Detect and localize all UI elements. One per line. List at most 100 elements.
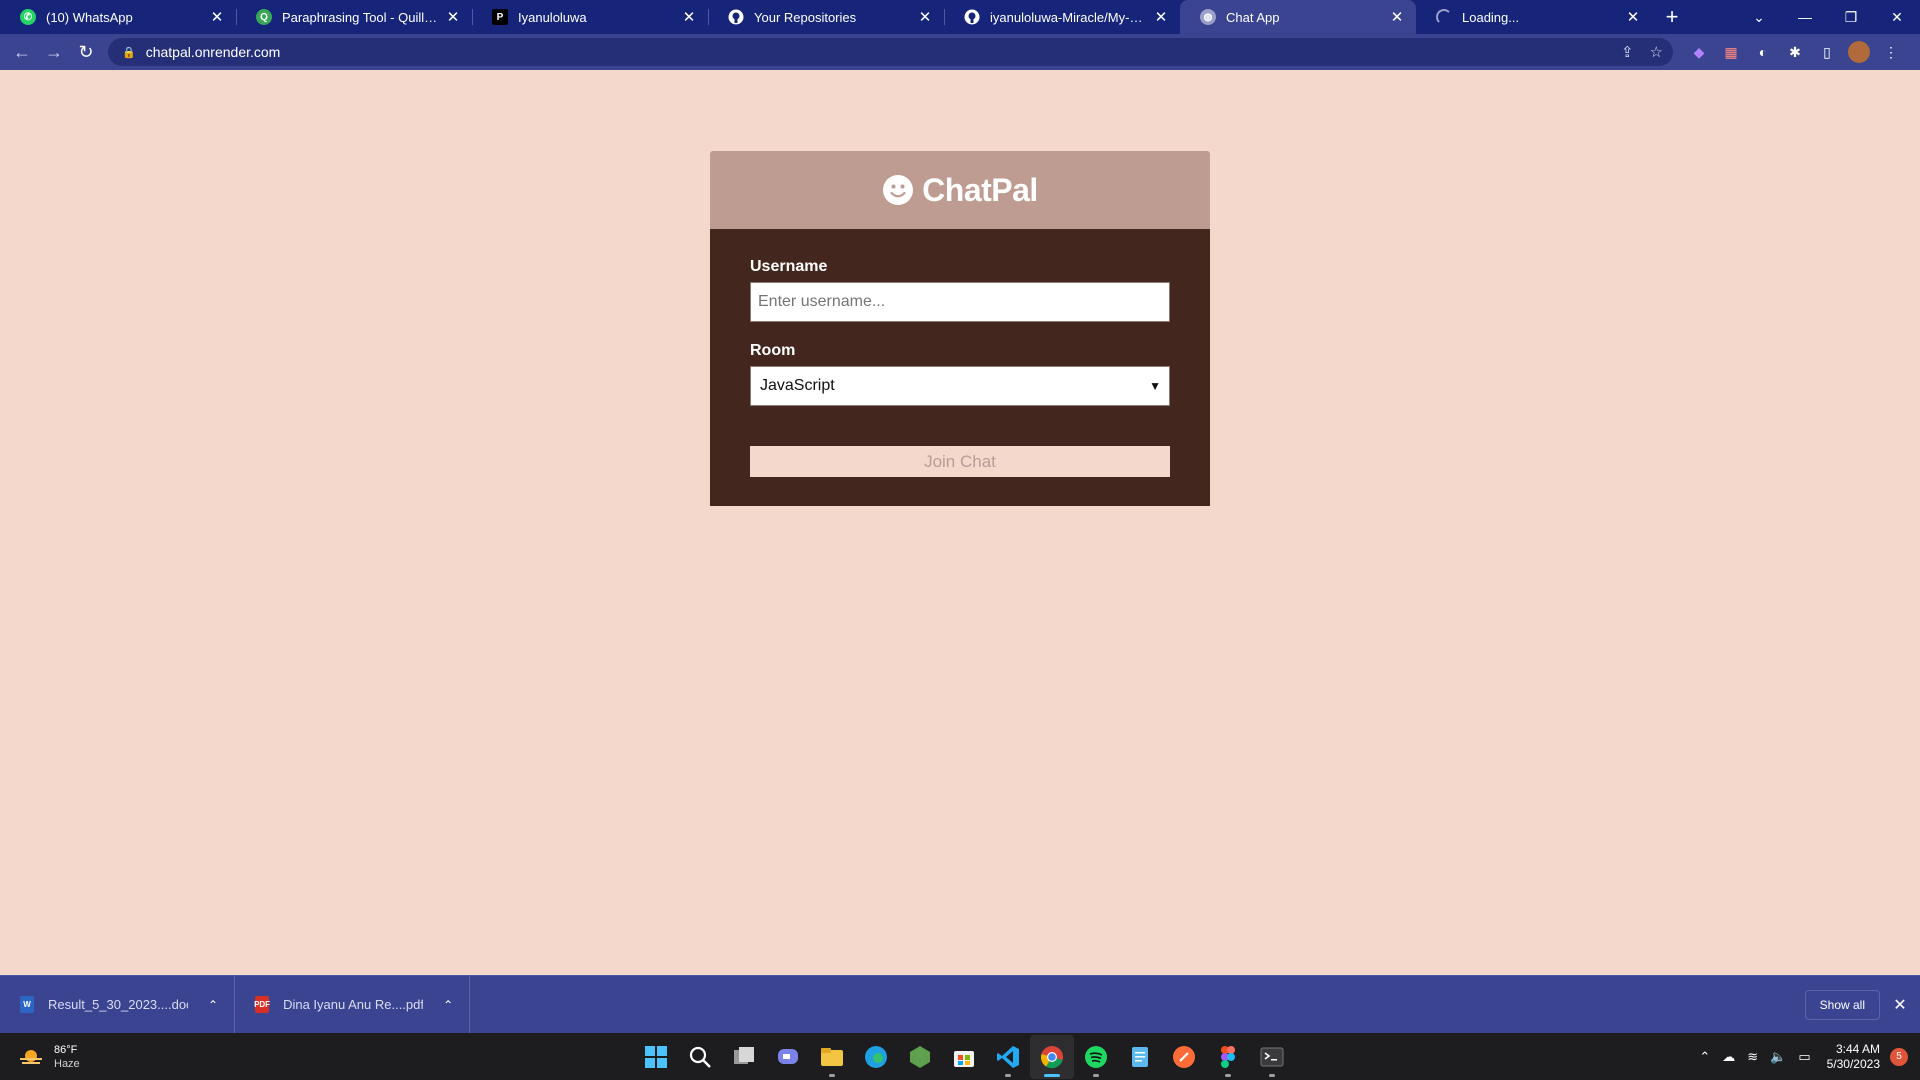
onedrive-cloud-icon[interactable]: ☁	[1722, 1049, 1735, 1065]
close-icon[interactable]: ✕	[208, 8, 226, 26]
join-form: Username Room JavaScript ▼ Join Chat	[710, 229, 1210, 506]
p-icon: P	[492, 9, 508, 25]
lock-icon[interactable]: 🔒	[122, 46, 136, 59]
close-window-button[interactable]: ✕	[1874, 0, 1920, 34]
download-item[interactable]: PDF Dina Iyanu Anu Re....pdf ⌃	[235, 975, 471, 1034]
github-icon	[728, 9, 744, 25]
tab-title: Chat App	[1226, 9, 1280, 25]
forward-button[interactable]: →	[38, 36, 70, 68]
room-selected-value: JavaScript	[760, 377, 835, 394]
url-text: chatpal.onrender.com	[145, 44, 281, 60]
new-tab-button[interactable]: +	[1652, 0, 1692, 34]
close-icon[interactable]: ✕	[1388, 8, 1406, 26]
browser-tab-strip: ✆ (10) WhatsApp ✕ Q Paraphrasing Tool - …	[0, 0, 1920, 34]
restore-button[interactable]: ❐	[1828, 0, 1874, 34]
download-item[interactable]: W Result_5_30_2023....docx ⌃	[0, 975, 236, 1034]
bookmark-star-icon[interactable]: ☆	[1650, 43, 1663, 61]
quillbot-icon: Q	[256, 9, 272, 25]
username-label: Username	[750, 258, 828, 275]
task-view-button[interactable]	[722, 1035, 766, 1079]
smiley-icon	[883, 175, 914, 205]
close-icon[interactable]: ✕	[444, 8, 462, 26]
wifi-icon[interactable]: ≋	[1747, 1049, 1758, 1065]
terminal-button[interactable]	[1250, 1035, 1294, 1079]
chevron-up-icon[interactable]: ⌃	[443, 998, 453, 1012]
clock-time: 3:44 AM	[1835, 1041, 1880, 1056]
running-indicator	[1269, 1073, 1275, 1077]
tab-search-icon[interactable]: ⌄	[1736, 0, 1782, 34]
room-label: Room	[750, 342, 796, 359]
file-explorer-button[interactable]	[810, 1035, 854, 1079]
card-header: ChatPal	[710, 151, 1210, 229]
tab-my-chat-app-repo[interactable]: iyanuloluwa-Miracle/My-Chat-A ✕	[944, 0, 1180, 34]
notepad-button[interactable]	[1118, 1035, 1162, 1079]
figma-button[interactable]	[1206, 1035, 1250, 1079]
running-indicator	[1093, 1073, 1099, 1077]
search-button[interactable]	[678, 1035, 722, 1079]
username-input[interactable]	[750, 282, 1170, 322]
tab-iyanuloluwa[interactable]: P Iyanuloluwa ✕	[472, 0, 708, 34]
window-controls: ⌄ — ❐ ✕	[1736, 0, 1920, 34]
tab-your-repositories[interactable]: Your Repositories ✕	[708, 0, 944, 34]
chevron-up-icon[interactable]: ⌃	[208, 998, 218, 1012]
brand-title: ChatPal	[922, 171, 1038, 208]
postman-button[interactable]	[1162, 1035, 1206, 1079]
figma-icon	[1221, 1045, 1235, 1068]
spotify-button[interactable]	[1074, 1035, 1118, 1079]
battery-icon[interactable]: ▭	[1798, 1049, 1810, 1065]
volume-icon[interactable]: 🔈	[1770, 1049, 1786, 1065]
pinned-apps	[634, 1033, 1294, 1080]
share-icon[interactable]: ⇪	[1621, 43, 1634, 61]
downloads-bar: W Result_5_30_2023....docx ⌃ PDF Dina Iy…	[0, 975, 1920, 1034]
chrome-button[interactable]	[1030, 1034, 1074, 1079]
loading-icon	[1436, 9, 1452, 25]
notepad-icon	[1132, 1046, 1148, 1067]
close-icon[interactable]: ✕	[680, 8, 698, 26]
edge-button[interactable]	[854, 1035, 898, 1079]
weather-condition: Haze	[54, 1057, 80, 1070]
show-all-button[interactable]: Show all	[1804, 989, 1880, 1020]
tab-chat-app[interactable]: ◍ Chat App ✕	[1180, 0, 1416, 34]
tab-quillbot[interactable]: Q Paraphrasing Tool - QuillBot AI ✕	[236, 0, 472, 34]
reload-button[interactable]: ↻	[70, 36, 102, 68]
notification-badge[interactable]: 5	[1890, 1047, 1908, 1066]
chrome-menu-icon[interactable]: ⋮	[1875, 36, 1907, 68]
minimize-button[interactable]: —	[1782, 0, 1828, 34]
windows-start-icon	[645, 1045, 667, 1068]
node-button[interactable]	[898, 1035, 942, 1079]
close-icon[interactable]: ✕	[1624, 8, 1642, 26]
github-icon	[964, 9, 980, 25]
chevron-up-icon[interactable]: ⌃	[1699, 1049, 1710, 1065]
running-indicator	[1225, 1073, 1231, 1077]
tab-loading[interactable]: Loading... ✕	[1416, 0, 1652, 34]
vscode-icon	[997, 1045, 1019, 1068]
teams-chat-button[interactable]	[766, 1035, 810, 1079]
clock[interactable]: 3:44 AM 5/30/2023	[1827, 1042, 1880, 1072]
side-panel-icon[interactable]: ▯	[1811, 36, 1843, 68]
extension-gem-icon[interactable]: ◆	[1683, 36, 1715, 68]
address-bar[interactable]: 🔒 chatpal.onrender.com ⇪ ☆	[108, 38, 1673, 66]
weather-widget[interactable]: 86°F Haze	[0, 1043, 200, 1071]
tab-whatsapp[interactable]: ✆ (10) WhatsApp ✕	[0, 0, 236, 34]
vscode-button[interactable]	[986, 1035, 1030, 1079]
terminal-icon	[1260, 1047, 1284, 1066]
browser-toolbar: ← → ↻ 🔒 chatpal.onrender.com ⇪ ☆ ◆ ▦ ◐ ✱…	[0, 34, 1920, 70]
profile-avatar[interactable]	[1848, 41, 1870, 63]
back-button[interactable]: ←	[6, 36, 38, 68]
tab-title: iyanuloluwa-Miracle/My-Chat-A	[990, 9, 1146, 25]
close-icon[interactable]: ✕	[1152, 8, 1170, 26]
close-icon[interactable]: ✕	[916, 8, 934, 26]
active-indicator	[1044, 1073, 1060, 1077]
extension-calendar-icon[interactable]: ▦	[1715, 36, 1747, 68]
room-select[interactable]: JavaScript ▼	[750, 366, 1170, 406]
microsoft-store-button[interactable]	[942, 1035, 986, 1079]
close-icon[interactable]: ✕	[1880, 995, 1920, 1015]
extensions-puzzle-icon[interactable]: ✱	[1779, 36, 1811, 68]
tab-title: (10) WhatsApp	[46, 9, 133, 25]
system-tray: ⌃ ☁ ≋ 🔈 ▭ 3:44 AM 5/30/2023 5	[1693, 1033, 1920, 1080]
task-view-icon	[734, 1046, 754, 1064]
start-button[interactable]	[634, 1035, 678, 1079]
join-chat-button[interactable]: Join Chat	[750, 446, 1170, 477]
extension-circle-icon[interactable]: ◐	[1747, 36, 1779, 68]
postman-icon	[1173, 1045, 1195, 1068]
